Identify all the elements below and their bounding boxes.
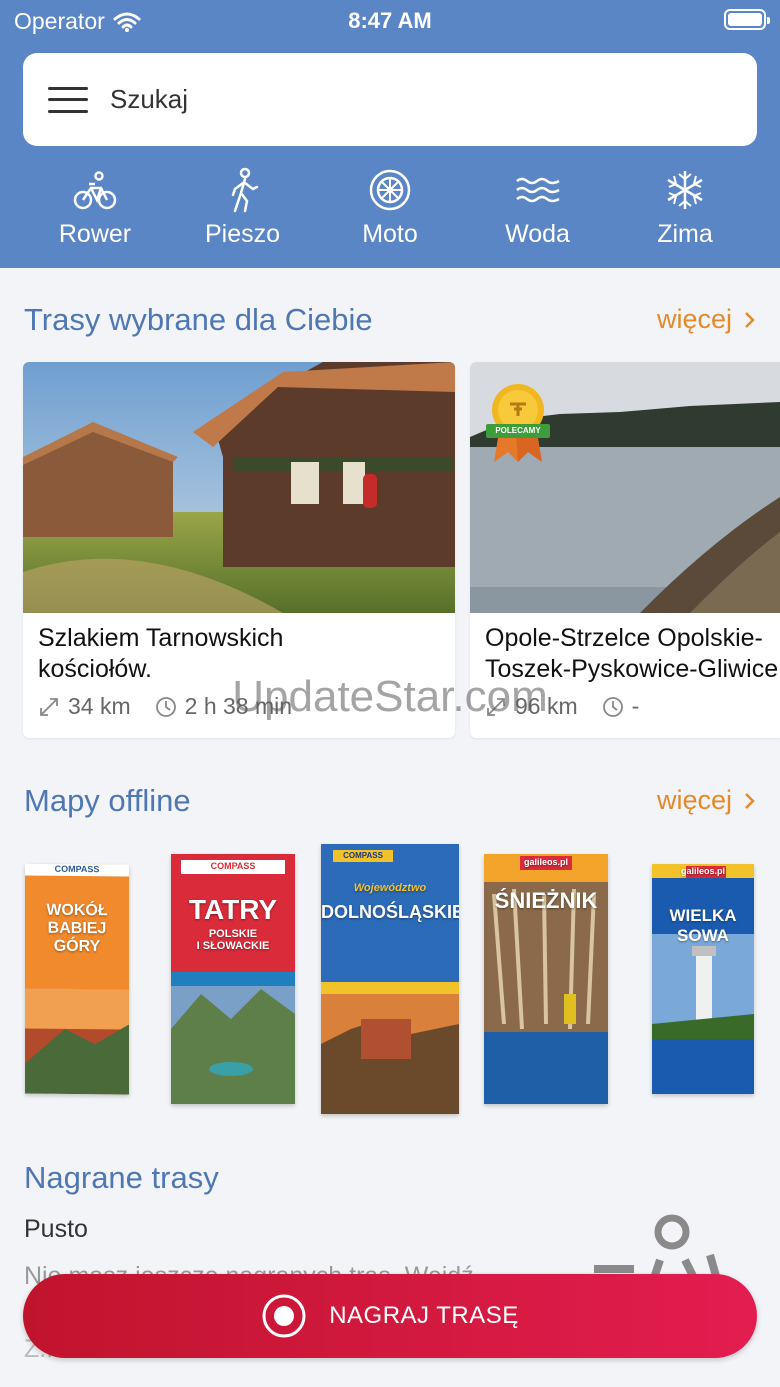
map-title: WIELKA SOWA (669, 906, 737, 945)
empty-label: Pusto (24, 1215, 88, 1243)
map-title: WOKÓŁ BABIEJ GÓRY (46, 901, 108, 956)
badge-label: POLECAMY (495, 426, 541, 435)
map-brand: COMPASS (54, 863, 100, 875)
map-brand: galileos.pl (523, 857, 568, 867)
map-cover-dolnoslaskie[interactable]: COMPASS Województwo DOLNOŚLĄSKIE (321, 844, 459, 1114)
chevron-right-icon (745, 311, 755, 328)
route-name: Szlakiem Tarnowskich kościołów. (38, 624, 284, 683)
clock: 8:47 AM (348, 8, 432, 33)
map-title: ŚNIEŻNIK (494, 888, 598, 913)
category-moto[interactable]: Moto (317, 166, 463, 249)
route-name: Opole-Strzelce Opolskie- Toszek-Pyskowic… (485, 624, 779, 683)
category-label: Moto (362, 220, 418, 248)
route-card[interactable]: POLECAMY Opole-Strzelce Opolskie- Toszek… (470, 362, 780, 738)
header: Operator 8:47 AM Szukaj Rower Pieszo Mot… (0, 0, 780, 268)
category-label: Woda (505, 220, 570, 248)
more-label: więcej (656, 304, 732, 334)
search-input[interactable]: Szukaj (110, 84, 188, 115)
hiker-icon (231, 167, 258, 213)
category-bar: Rower Pieszo Moto Woda Zima (22, 166, 758, 249)
route-photo (23, 362, 455, 613)
category-label: Pieszo (204, 220, 281, 248)
route-distance: 96 km (515, 693, 578, 719)
route-distance: 34 km (68, 693, 131, 719)
map-cover-tatry[interactable]: COMPASS TATRY POLSKIE I SŁOWACKIE (171, 854, 295, 1104)
snowflake-icon (667, 171, 703, 209)
category-pieszo[interactable]: Pieszo (170, 166, 316, 249)
map-subtitle: POLSKIE I SŁOWACKIE (196, 928, 270, 952)
route-card[interactable]: Szlakiem Tarnowskich kościołów. 34 km 2 … (23, 362, 455, 738)
route-meta: 96 km - (470, 685, 780, 728)
hamburger-menu-icon[interactable] (48, 86, 88, 113)
battery-icon (724, 9, 770, 30)
map-subtitle: Województwo (353, 882, 427, 894)
waves-icon (515, 177, 560, 203)
category-rower[interactable]: Rower (22, 166, 168, 249)
category-woda[interactable]: Woda (465, 166, 611, 249)
wheel-icon (369, 169, 411, 211)
route-duration: 2 h 38 min (184, 693, 293, 719)
search-bar[interactable]: Szukaj (23, 53, 757, 146)
category-zima[interactable]: Zima (612, 166, 758, 249)
map-brand: galileos.pl (680, 866, 725, 876)
bike-icon (73, 171, 117, 210)
maps-section-title: Mapy offline (24, 783, 191, 818)
map-title: DOLNOŚLĄSKIE (321, 902, 459, 922)
route-duration: - (631, 693, 640, 719)
recorded-section-title: Nagrane trasy (24, 1160, 219, 1195)
route-meta: 34 km 2 h 38 min (23, 685, 455, 728)
routes-more-link[interactable]: więcej (657, 304, 756, 335)
map-title: TATRY (188, 894, 278, 925)
recommended-badge: POLECAMY (486, 382, 550, 464)
map-brand: COMPASS (343, 851, 383, 860)
chevron-right-icon (745, 792, 755, 809)
route-photo: POLECAMY (470, 362, 780, 613)
category-label: Rower (58, 220, 132, 248)
map-brand: COMPASS (210, 861, 256, 871)
distance-icon (487, 697, 505, 716)
map-cover-snieznik[interactable]: galileos.pl ŚNIEŻNIK (484, 854, 608, 1104)
record-icon (262, 1294, 306, 1338)
record-button-label: NAGRAJ TRASĘ (329, 1302, 519, 1329)
maps-more-link[interactable]: więcej (657, 785, 756, 816)
distance-icon (40, 697, 58, 716)
map-cover-babia-gora[interactable]: COMPASS WOKÓŁ BABIEJ GÓRY (25, 863, 129, 1095)
routes-section-title: Trasy wybrane dla Ciebie (24, 302, 373, 337)
clock-icon (602, 696, 623, 717)
status-bar: Operator 8:47 AM (0, 0, 780, 40)
record-route-button[interactable]: NAGRAJ TRASĘ (23, 1274, 757, 1358)
more-label: więcej (656, 785, 732, 815)
category-label: Zima (657, 220, 713, 248)
map-cover-wielka-sowa[interactable]: galileos.pl WIELKA SOWA (652, 864, 754, 1094)
offline-maps-carousel: COMPASS WOKÓŁ BABIEJ GÓRY COMPASS TATRY … (0, 840, 780, 1120)
clock-icon (155, 696, 176, 717)
